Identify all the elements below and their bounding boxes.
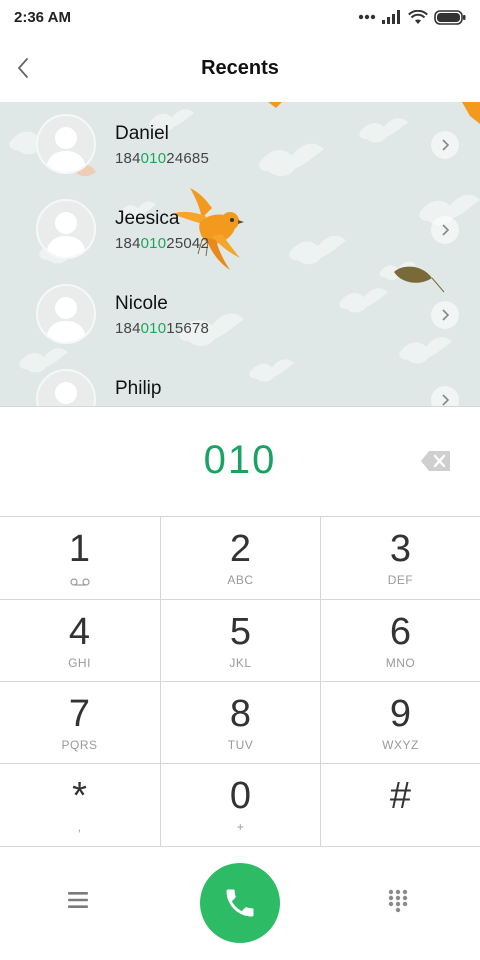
key-2[interactable]: 2 ABC [161, 517, 320, 598]
phone-icon [226, 889, 254, 917]
contact-name: Philip [115, 378, 162, 399]
key-5[interactable]: 5 JKL [161, 600, 320, 681]
key-digit: 5 [229, 611, 252, 653]
key-letters: MNO [385, 656, 416, 670]
key-letters: GHI [68, 656, 91, 670]
chevron-right-icon [442, 394, 450, 406]
contact-detail-button[interactable] [431, 216, 459, 244]
key-digit: 8 [229, 693, 252, 735]
person-placeholder-icon [46, 297, 86, 342]
bottom-bar [0, 846, 480, 960]
key-digit: 3 [389, 528, 412, 570]
recent-contact[interactable]: Daniel 18401024685 [0, 102, 480, 187]
key-letters: PQRS [61, 738, 98, 752]
wifi-icon [408, 9, 428, 24]
contact-detail-button[interactable] [431, 301, 459, 329]
key-letters: + [236, 820, 245, 834]
recent-contact[interactable]: Philip [0, 357, 480, 406]
recent-contact[interactable]: Jeesica 18401025042 [0, 187, 480, 272]
key-digit: 9 [389, 693, 412, 735]
dialed-number[interactable]: 010 [0, 438, 480, 483]
backspace-icon [421, 451, 450, 471]
key-6[interactable]: 6 MNO [321, 600, 480, 681]
recents-list[interactable]: Daniel 18401024685 Jeesica 18401025042 N… [0, 102, 480, 406]
chevron-right-icon [442, 139, 450, 151]
person-placeholder-icon [46, 212, 86, 257]
key-digit: 4 [68, 611, 91, 653]
key-digit: 1 [68, 528, 91, 570]
key-letters: WXYZ [382, 738, 419, 752]
status-time: 2:36 AM [14, 9, 71, 26]
title-bar: Recents [0, 34, 480, 102]
key-9[interactable]: 9 WXYZ [321, 682, 480, 763]
status-bar: 2:36 AM [0, 0, 480, 34]
call-button[interactable] [200, 863, 280, 943]
key-letters: ABC [227, 573, 254, 587]
backspace-button[interactable] [420, 449, 452, 473]
avatar [36, 369, 96, 406]
recent-contact[interactable]: Nicole 18401015678 [0, 272, 480, 357]
key-4[interactable]: 4 GHI [0, 600, 159, 681]
key-0[interactable]: 0 + [161, 764, 320, 845]
dialpad-toggle-button[interactable] [386, 888, 414, 918]
menu-button[interactable] [66, 890, 94, 914]
dial-input-area: 010 [0, 406, 480, 517]
signal-icon [382, 10, 400, 24]
avatar [36, 284, 96, 344]
keypad: 1 2 ABC 3 DEF 4 GHI 5 JKL 6 MNO 7 PQRS 8… [0, 516, 480, 847]
key-letters: , [77, 820, 82, 834]
contact-name: Nicole [115, 293, 168, 314]
page-title: Recents [201, 57, 279, 79]
person-placeholder-icon [46, 127, 86, 172]
contact-number: 18401024685 [115, 150, 209, 167]
contact-name: Jeesica [115, 208, 180, 229]
chevron-right-icon [442, 224, 450, 236]
key-8[interactable]: 8 TUV [161, 682, 320, 763]
menu-icon [68, 892, 88, 908]
key-hash[interactable]: # [321, 764, 480, 845]
key-letters: DEF [387, 573, 414, 587]
key-letters: JKL [229, 656, 252, 670]
person-placeholder-icon [55, 382, 77, 404]
avatar [36, 199, 96, 259]
contact-number: 18401015678 [115, 320, 209, 337]
contact-number: 18401025042 [115, 235, 209, 252]
key-1[interactable]: 1 [0, 517, 159, 598]
key-3[interactable]: 3 DEF [321, 517, 480, 598]
contact-name: Daniel [115, 123, 169, 144]
dialpad-icon [388, 889, 408, 913]
key-digit: 2 [229, 528, 252, 570]
key-sub [0, 575, 159, 589]
status-icons [358, 8, 466, 26]
battery-icon [434, 9, 466, 25]
key-digit: * [72, 775, 87, 817]
key-digit: # [389, 775, 412, 817]
key-digit: 6 [389, 611, 412, 653]
key-digit: 0 [229, 775, 252, 817]
contact-detail-button[interactable] [431, 386, 459, 406]
key-star[interactable]: * , [0, 764, 159, 845]
avatar [36, 114, 96, 174]
key-7[interactable]: 7 PQRS [0, 682, 159, 763]
key-digit: 7 [68, 693, 91, 735]
contact-detail-button[interactable] [431, 131, 459, 159]
chevron-right-icon [442, 309, 450, 321]
more-dots-icon [358, 14, 376, 20]
key-letters: TUV [227, 738, 254, 752]
voicemail-icon [69, 578, 90, 586]
